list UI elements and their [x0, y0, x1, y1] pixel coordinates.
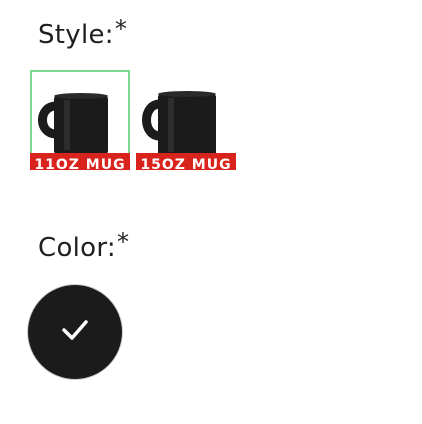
style-option-11oz-mug[interactable]: 11OZ MUG — [30, 70, 130, 170]
color-label-text: Color: — [38, 233, 116, 263]
color-required-mark: * — [117, 228, 130, 256]
style-option-tag: 11OZ MUG — [30, 153, 130, 170]
color-swatch-black[interactable] — [28, 285, 122, 379]
style-option-15oz-mug[interactable]: 15OZ MUG — [136, 70, 236, 170]
color-label: Color:* — [38, 230, 129, 263]
check-icon — [60, 318, 90, 346]
style-label-text: Style: — [38, 20, 114, 50]
style-option-tag: 15OZ MUG — [136, 153, 236, 170]
style-required-mark: * — [114, 15, 128, 43]
style-label: Style:* — [38, 17, 127, 50]
style-options: 11OZ MUG 15OZ MUG — [30, 70, 236, 170]
